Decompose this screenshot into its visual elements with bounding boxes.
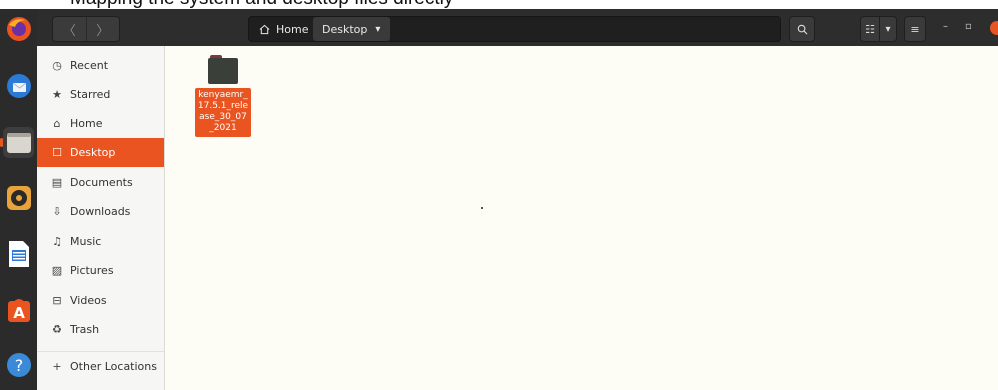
sidebar-item-videos[interactable]: ⊟ Videos xyxy=(37,286,164,315)
sidebar-item-desktop[interactable]: ☐ Desktop xyxy=(37,138,164,167)
folder-icon xyxy=(208,54,238,84)
navigation-buttons: 〈 〉 xyxy=(52,16,120,42)
chevron-left-icon: 〈 xyxy=(62,23,76,39)
path-crumb-home[interactable]: Home xyxy=(249,17,319,41)
search-button[interactable] xyxy=(789,16,815,42)
clock-icon: ◷ xyxy=(52,59,62,72)
sidebar-item-label: Desktop xyxy=(70,146,116,159)
top-caption-strip: Mapping the system and desktop files dir… xyxy=(0,0,998,9)
forward-button[interactable]: 〉 xyxy=(85,17,120,41)
download-icon: ⇩ xyxy=(52,205,62,218)
desktop-icon: ☐ xyxy=(52,146,62,159)
back-button[interactable]: 〈 xyxy=(53,17,86,41)
sidebar-item-label: Home xyxy=(70,117,103,130)
list-view-icon: ☷ xyxy=(865,22,875,36)
star-icon: ★ xyxy=(52,88,62,101)
document-icon: ▤ xyxy=(51,176,63,189)
path-home-label: Home xyxy=(276,22,309,36)
software-center-icon[interactable]: A xyxy=(3,294,34,325)
sidebar-item-label: Documents xyxy=(70,176,133,189)
firefox-icon[interactable] xyxy=(3,13,34,44)
file-view[interactable]: kenyaemr_17.5.1_release_30_07_2021 xyxy=(165,46,998,390)
chevron-right-icon: 〉 xyxy=(96,23,110,39)
folder-name-label: kenyaemr_17.5.1_release_30_07_2021 xyxy=(195,88,251,137)
trash-icon: ♻ xyxy=(52,323,62,336)
sidebar-item-label: Recent xyxy=(70,59,109,72)
svg-text:A: A xyxy=(13,304,25,322)
sidebar-item-home[interactable]: ⌂ Home xyxy=(37,109,164,138)
mouse-cursor-dot xyxy=(481,207,483,209)
menu-button[interactable]: ≡ xyxy=(904,16,926,42)
sidebar-item-label: Other Locations xyxy=(70,360,157,373)
ubuntu-dock: A ? xyxy=(0,9,37,390)
sidebar-item-label: Downloads xyxy=(70,205,131,218)
files-icon[interactable] xyxy=(0,127,34,158)
thunderbird-icon[interactable] xyxy=(3,70,34,101)
places-sidebar: ◷ Recent ★ Starred ⌂ Home ☐ Desktop ▤ Do… xyxy=(37,46,165,390)
sidebar-item-documents[interactable]: ▤ Documents xyxy=(37,168,164,197)
search-icon xyxy=(797,24,807,34)
path-current-label: Desktop xyxy=(322,22,368,36)
sidebar-item-trash[interactable]: ♻ Trash xyxy=(37,315,164,344)
folder-item[interactable]: kenyaemr_17.5.1_release_30_07_2021 xyxy=(195,54,251,137)
plus-icon: + xyxy=(52,360,62,373)
chevron-down-icon: ▾ xyxy=(375,23,381,35)
picture-icon: ▨ xyxy=(51,264,63,277)
sidebar-item-music[interactable]: ♫ Music xyxy=(37,227,164,256)
sidebar-item-other-locations[interactable]: + Other Locations xyxy=(37,352,164,381)
sidebar-item-label: Videos xyxy=(70,294,107,307)
help-icon[interactable]: ? xyxy=(3,349,34,380)
svg-text:?: ? xyxy=(14,356,23,375)
rhythmbox-icon[interactable] xyxy=(3,182,34,213)
libreoffice-writer-icon[interactable] xyxy=(3,238,34,269)
close-button[interactable] xyxy=(990,21,998,35)
video-icon: ⊟ xyxy=(52,294,62,307)
chevron-down-icon: ▾ xyxy=(885,23,891,35)
hamburger-icon: ≡ xyxy=(910,22,920,36)
view-options-button[interactable]: ▾ xyxy=(879,16,897,42)
top-caption-text: Mapping the system and desktop files dir… xyxy=(70,0,453,9)
sidebar-item-label: Music xyxy=(70,235,102,248)
sidebar-item-starred[interactable]: ★ Starred xyxy=(37,80,164,109)
sidebar-item-label: Trash xyxy=(70,323,100,336)
sidebar-item-recent[interactable]: ◷ Recent xyxy=(37,51,164,80)
music-icon: ♫ xyxy=(52,235,62,248)
sidebar-item-label: Starred xyxy=(70,88,111,101)
path-bar: Home Desktop ▾ xyxy=(248,16,781,42)
sidebar-item-label: Pictures xyxy=(70,264,114,277)
path-crumb-desktop[interactable]: Desktop ▾ xyxy=(313,17,390,41)
home-icon: ⌂ xyxy=(53,117,61,130)
header-bar: 〈 〉 Home Desktop ▾ ☷ ▾ ≡ – ▫ xyxy=(37,9,998,46)
view-list-button[interactable]: ☷ xyxy=(860,16,880,42)
home-icon xyxy=(259,24,270,34)
sidebar-item-pictures[interactable]: ▨ Pictures xyxy=(37,256,164,285)
maximize-button[interactable]: ▫ xyxy=(965,21,972,32)
sidebar-item-downloads[interactable]: ⇩ Downloads xyxy=(37,197,164,226)
minimize-button[interactable]: – xyxy=(943,21,948,32)
